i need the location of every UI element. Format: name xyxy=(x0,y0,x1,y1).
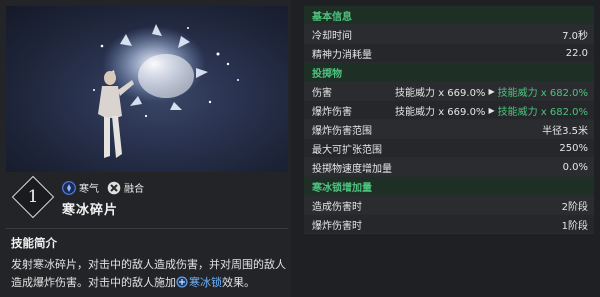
skill-header: 1 寒气 融合 寒冰碎片 xyxy=(8,175,288,226)
stat-value: 0.0% xyxy=(562,161,588,173)
skill-level-number: 1 xyxy=(27,187,39,207)
section-basic-info: 基本信息 xyxy=(304,6,594,25)
divider xyxy=(6,228,288,229)
fusion-icon xyxy=(107,181,121,195)
stat-label: 投掷物速度增加量 xyxy=(312,163,392,175)
stat-row-projectile-speed: 投掷物速度增加量 0.0% xyxy=(304,158,594,177)
stat-row-damage-stage: 造成伤害时 2阶段 xyxy=(304,196,594,215)
stat-value: 22.0 xyxy=(565,47,588,59)
description-text: 发射寒冰碎片，对击中的敌人造成伤害，并对周围的敌人造成爆炸伤害。对击中的敌人施加… xyxy=(11,256,289,292)
stat-new-value: 技能威力 x 682.0% xyxy=(497,106,588,118)
stat-row-damage: 伤害 技能威力 x 669.0% ▶ 技能威力 x 682.0% xyxy=(304,82,594,101)
stat-row-mp-cost: 精神力消耗量 22.0 xyxy=(304,44,594,63)
description-text-part2: 效果。 xyxy=(222,276,255,289)
tag-frost: 寒气 xyxy=(62,180,99,195)
stat-old-value: 技能威力 x 669.0% xyxy=(395,106,486,118)
skill-name: 寒冰碎片 xyxy=(62,203,119,218)
stat-row-explosion-stage: 爆炸伤害时 1阶段 xyxy=(304,215,594,234)
stat-row-cooldown: 冷却时间 7.0秒 xyxy=(304,25,594,44)
stat-label: 爆炸伤害时 xyxy=(312,220,362,232)
keyword-frostlock[interactable]: 寒冰锁 xyxy=(176,276,222,289)
skill-preview-image xyxy=(6,6,288,172)
arrow-right-icon: ▶ xyxy=(488,86,495,96)
stat-row-max-expand: 最大可扩张范围 250% xyxy=(304,139,594,158)
stat-old-value: 技能威力 x 669.0% xyxy=(395,87,486,99)
stat-label: 精神力消耗量 xyxy=(312,49,372,61)
stat-label: 最大可扩张范围 xyxy=(312,144,382,156)
tag-fusion-label: 融合 xyxy=(124,184,144,195)
stat-row-explosion-damage: 爆炸伤害 技能威力 x 669.0% ▶ 技能威力 x 682.0% xyxy=(304,101,594,120)
tag-frost-label: 寒气 xyxy=(79,184,99,195)
section-frostlock: 寒冰锁增加量 xyxy=(304,177,594,196)
stat-value: 1阶段 xyxy=(561,220,588,232)
stat-value-upgrade: 技能威力 x 669.0% ▶ 技能威力 x 682.0% xyxy=(395,84,588,99)
stat-value: 250% xyxy=(559,142,588,154)
skill-tags: 寒气 融合 xyxy=(62,180,144,195)
stat-label: 爆炸伤害 xyxy=(312,106,352,118)
stat-label: 伤害 xyxy=(312,87,332,99)
stat-label: 造成伤害时 xyxy=(312,201,362,213)
section-frostlock-label: 寒冰锁增加量 xyxy=(312,182,372,194)
stat-label: 爆炸伤害范围 xyxy=(312,125,372,137)
stat-value-upgrade: 技能威力 x 669.0% ▶ 技能威力 x 682.0% xyxy=(395,103,588,118)
stat-value: 半径3.5米 xyxy=(542,125,588,137)
frost-icon xyxy=(62,180,76,195)
section-projectile-label: 投掷物 xyxy=(312,68,342,80)
stats-table: 基本信息 冷却时间 7.0秒 精神力消耗量 22.0 投掷物 伤害 技能威力 x… xyxy=(304,6,594,291)
section-basic-info-label: 基本信息 xyxy=(312,11,352,23)
preview-scene xyxy=(93,24,239,158)
description-title: 技能简介 xyxy=(11,236,57,250)
stat-value: 2阶段 xyxy=(561,201,588,213)
stat-new-value: 技能威力 x 682.0% xyxy=(497,87,588,99)
stat-label: 冷却时间 xyxy=(312,30,352,42)
tag-fusion: 融合 xyxy=(107,180,144,195)
section-projectile: 投掷物 xyxy=(304,63,594,82)
stat-value: 7.0秒 xyxy=(562,30,588,42)
frostlock-icon xyxy=(176,276,188,288)
arrow-right-icon: ▶ xyxy=(488,105,495,115)
stat-row-explosion-range: 爆炸伤害范围 半径3.5米 xyxy=(304,120,594,139)
keyword-frostlock-label: 寒冰锁 xyxy=(189,276,222,289)
skill-panel: 1 寒气 融合 寒冰碎片 技能简介 发射寒冰碎片，对击中的敌人造成伤害，并对周围… xyxy=(0,0,291,297)
